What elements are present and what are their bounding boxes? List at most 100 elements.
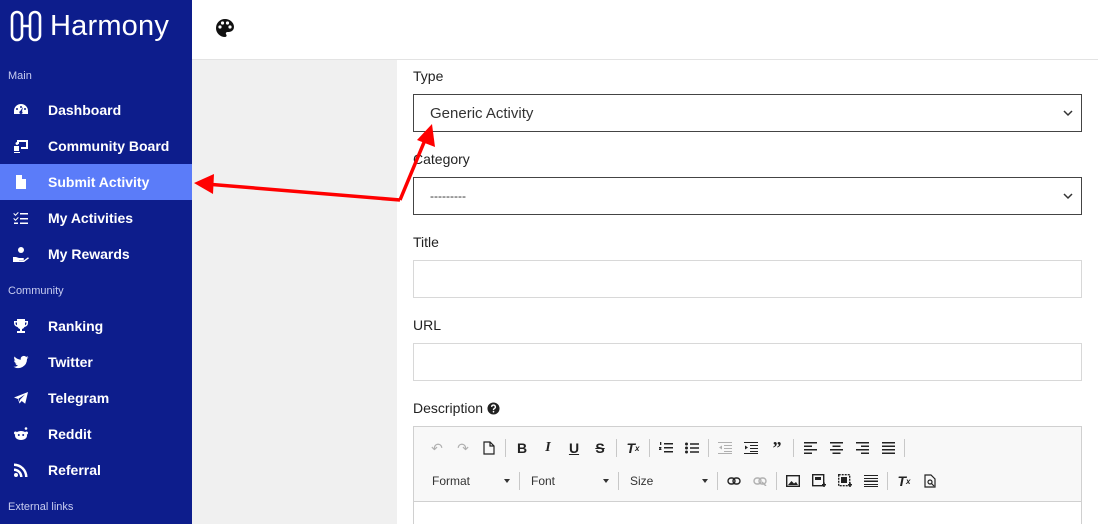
file-icon <box>12 173 30 191</box>
sidebar-item-my-rewards[interactable]: My Rewards <box>0 236 192 272</box>
sidebar-item-label: Reddit <box>48 426 92 442</box>
url-input[interactable] <box>413 343 1082 381</box>
sidebar-item-label: Submit Activity <box>48 174 150 190</box>
chevron-down-icon <box>603 479 609 483</box>
trophy-icon <box>12 317 30 335</box>
toolbar-separator <box>793 439 794 457</box>
palette-icon[interactable] <box>214 17 236 39</box>
help-icon[interactable] <box>487 402 500 415</box>
sidebar: Harmony Main Dashboard Community Board S… <box>0 0 192 524</box>
clear-formatting-icon[interactable]: Tx <box>891 469 917 493</box>
align-center-icon[interactable] <box>823 436 849 460</box>
format-dropdown[interactable]: Format <box>424 469 516 493</box>
redo-icon[interactable]: ↷ <box>450 436 476 460</box>
underline-icon[interactable]: U <box>561 436 587 460</box>
strikethrough-icon[interactable]: S <box>587 436 613 460</box>
editor-toolbar-row-2: Format Font Size Tx <box>424 467 943 495</box>
indent-icon[interactable] <box>738 436 764 460</box>
description-label-group: Description <box>413 400 500 416</box>
toolbar-separator <box>776 472 777 490</box>
image-icon[interactable] <box>780 469 806 493</box>
horizontal-line-icon[interactable] <box>858 469 884 493</box>
italic-icon[interactable]: I <box>535 436 561 460</box>
type-select[interactable]: Generic Activity <box>413 94 1082 132</box>
board-icon <box>12 137 30 155</box>
sidebar-item-referral[interactable]: Referral <box>0 452 192 488</box>
annotation-arrow-line <box>205 182 401 202</box>
editor-toolbar-row-1: ↶ ↷ B I U S Tx ” <box>424 434 908 462</box>
undo-icon[interactable]: ↶ <box>424 436 450 460</box>
toolbar-separator <box>904 439 905 457</box>
type-select-value: Generic Activity <box>430 104 534 122</box>
gauge-icon <box>12 101 30 119</box>
section-label-main: Main <box>8 70 32 82</box>
numbered-list-icon[interactable] <box>653 436 679 460</box>
sidebar-item-label: Twitter <box>48 354 93 370</box>
new-page-icon[interactable] <box>476 436 502 460</box>
sidebar-item-label: Referral <box>48 462 101 478</box>
insert-embed-icon[interactable] <box>806 469 832 493</box>
activity-form: Type Generic Activity Category ---------… <box>397 60 1098 524</box>
editor-content-area[interactable] <box>414 501 1081 524</box>
toolbar-separator <box>616 439 617 457</box>
sidebar-item-label: My Rewards <box>48 246 130 262</box>
remove-format-icon[interactable]: Tx <box>620 436 646 460</box>
sidebar-item-label: Ranking <box>48 318 104 334</box>
telegram-icon <box>12 389 30 407</box>
toolbar-separator <box>519 472 520 490</box>
brand-name: Harmony <box>50 9 170 42</box>
category-label: Category <box>413 151 470 167</box>
size-dropdown[interactable]: Size <box>622 469 714 493</box>
sidebar-item-my-activities[interactable]: My Activities <box>0 200 192 236</box>
sidebar-item-label: My Activities <box>48 210 134 226</box>
brand[interactable]: Harmony <box>0 0 192 52</box>
rss-icon <box>12 461 30 479</box>
unlink-icon[interactable] <box>747 469 773 493</box>
table-icon[interactable] <box>832 469 858 493</box>
category-select[interactable]: --------- <box>413 177 1082 215</box>
align-right-icon[interactable] <box>849 436 875 460</box>
bold-icon[interactable]: B <box>509 436 535 460</box>
chevron-down-icon <box>702 479 708 483</box>
checklist-icon <box>12 209 30 227</box>
chevron-down-icon <box>1063 193 1073 200</box>
toolbar-separator <box>649 439 650 457</box>
align-justify-icon[interactable] <box>875 436 901 460</box>
link-icon[interactable] <box>721 469 747 493</box>
type-label: Type <box>413 68 444 84</box>
toolbar-separator <box>505 439 506 457</box>
title-input[interactable] <box>413 260 1082 298</box>
chevron-down-icon <box>504 479 510 483</box>
sidebar-item-twitter[interactable]: Twitter <box>0 344 192 380</box>
font-dropdown-label: Font <box>531 474 556 488</box>
reddit-icon <box>12 425 30 443</box>
preview-icon[interactable] <box>917 469 943 493</box>
align-left-icon[interactable] <box>797 436 823 460</box>
harmony-logo-icon <box>10 10 42 42</box>
sidebar-item-label: Community Board <box>48 138 170 154</box>
topbar <box>192 0 1098 60</box>
description-label: Description <box>413 400 484 416</box>
outdent-icon[interactable] <box>712 436 738 460</box>
sidebar-item-label: Telegram <box>48 390 110 406</box>
section-label-community: Community <box>8 285 64 297</box>
sidebar-item-reddit[interactable]: Reddit <box>0 416 192 452</box>
toolbar-separator <box>618 472 619 490</box>
annotation-arrow-head <box>194 174 214 194</box>
title-label: Title <box>413 234 439 250</box>
sidebar-item-telegram[interactable]: Telegram <box>0 380 192 416</box>
toolbar-separator <box>717 472 718 490</box>
sidebar-item-submit-activity[interactable]: Submit Activity <box>0 164 192 200</box>
toolbar-separator <box>887 472 888 490</box>
hand-reward-icon <box>12 245 30 263</box>
sidebar-item-community-board[interactable]: Community Board <box>0 128 192 164</box>
category-select-value: --------- <box>430 189 466 203</box>
sidebar-item-dashboard[interactable]: Dashboard <box>0 92 192 128</box>
font-dropdown[interactable]: Font <box>523 469 615 493</box>
bulleted-list-icon[interactable] <box>679 436 705 460</box>
sidebar-item-label: Dashboard <box>48 102 122 118</box>
size-dropdown-label: Size <box>630 474 654 488</box>
blockquote-icon[interactable]: ” <box>764 436 790 460</box>
sidebar-item-ranking[interactable]: Ranking <box>0 308 192 344</box>
url-label: URL <box>413 317 442 333</box>
